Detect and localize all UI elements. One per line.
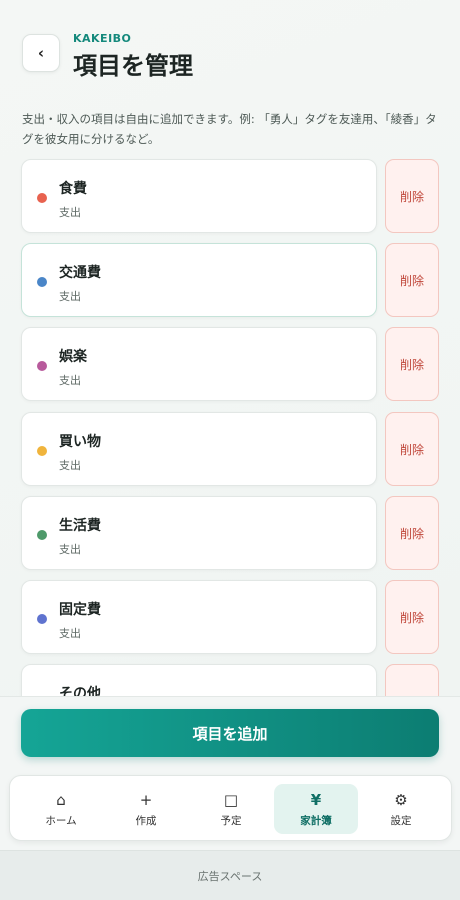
tab-settings[interactable]: ⚙ 設定 [359,784,443,834]
color-dot [37,193,47,203]
delete-button[interactable] [385,664,439,696]
item-card[interactable]: 生活費 支出 [21,496,377,570]
item-name: 生活費 [59,518,101,534]
tab-label: 家計簿 [300,814,332,827]
item-type: 支出 [59,206,81,219]
delete-button[interactable]: 削除 [385,327,439,401]
tab-create[interactable]: + 作成 [104,784,188,834]
item-list[interactable]: 食費 支出 削除 交通費 支出 削除 娯楽 支出 削除 買い物 支出 削除 生活… [0,158,460,696]
gear-icon: ⚙ [394,790,408,809]
color-dot [37,361,47,371]
delete-button[interactable]: 削除 [385,496,439,570]
chevron-left-icon: ‹ [37,44,45,62]
delete-button[interactable]: 削除 [385,159,439,233]
item-name: その他 [59,686,101,696]
item-name: 買い物 [59,434,101,450]
color-dot [37,277,47,287]
yen-icon: ¥ [310,790,322,809]
list-item: 固定費 支出 削除 [21,580,439,654]
item-card[interactable]: 交通費 支出 [21,243,377,317]
item-name: 固定費 [59,602,101,618]
ad-label: 広告スペース [197,869,263,883]
list-item: 食費 支出 削除 [21,159,439,233]
item-name: 交通費 [59,265,101,281]
back-button[interactable]: ‹ [22,34,60,72]
item-card[interactable]: 固定費 支出 [21,580,377,654]
item-card[interactable]: 娯楽 支出 [21,327,377,401]
list-item: 生活費 支出 削除 [21,496,439,570]
delete-button[interactable]: 削除 [385,243,439,317]
item-type: 支出 [59,374,81,387]
item-type: 支出 [59,627,81,640]
brand-label: KAKEIBO [73,32,132,45]
bottom-tab-bar: ⌂ ホーム + 作成 □ 予定 ¥ 家計簿 ⚙ 設定 [9,775,452,841]
item-card[interactable]: 食費 支出 [21,159,377,233]
item-name: 食費 [59,181,87,197]
item-type: 支出 [59,290,81,303]
color-dot [37,614,47,624]
item-name: 娯楽 [59,349,87,365]
list-item: 交通費 支出 削除 [21,243,439,317]
page-title: 項目を管理 [73,52,193,80]
tab-home[interactable]: ⌂ ホーム [19,784,103,834]
color-dot [37,446,47,456]
tab-label: 作成 [135,814,157,827]
item-type: 支出 [59,543,81,556]
tab-label: 予定 [220,814,242,827]
item-type: 支出 [59,459,81,472]
page-header: ‹ KAKEIBO 項目を管理 [22,32,442,82]
list-item: 娯楽 支出 削除 [21,327,439,401]
item-card[interactable]: 買い物 支出 [21,412,377,486]
tab-label: ホーム [45,814,77,827]
tab-kakeibo[interactable]: ¥ 家計簿 [274,784,358,834]
delete-button[interactable]: 削除 [385,580,439,654]
item-card[interactable]: その他 [21,664,377,696]
delete-button[interactable]: 削除 [385,412,439,486]
calendar-icon: □ [223,790,239,809]
tab-schedule[interactable]: □ 予定 [189,784,273,834]
list-item: 買い物 支出 削除 [21,412,439,486]
plus-icon: + [139,790,153,809]
color-dot [37,530,47,540]
tab-label: 設定 [390,814,412,827]
add-item-button[interactable]: 項目を追加 [21,709,439,757]
list-item: その他 [21,664,439,696]
home-icon: ⌂ [56,790,66,809]
ad-space: 広告スペース [0,850,460,900]
description-text: 支出・収入の項目は自由に追加できます。例: 「勇人」タグを友達用、「綾香」タグを… [22,112,437,146]
